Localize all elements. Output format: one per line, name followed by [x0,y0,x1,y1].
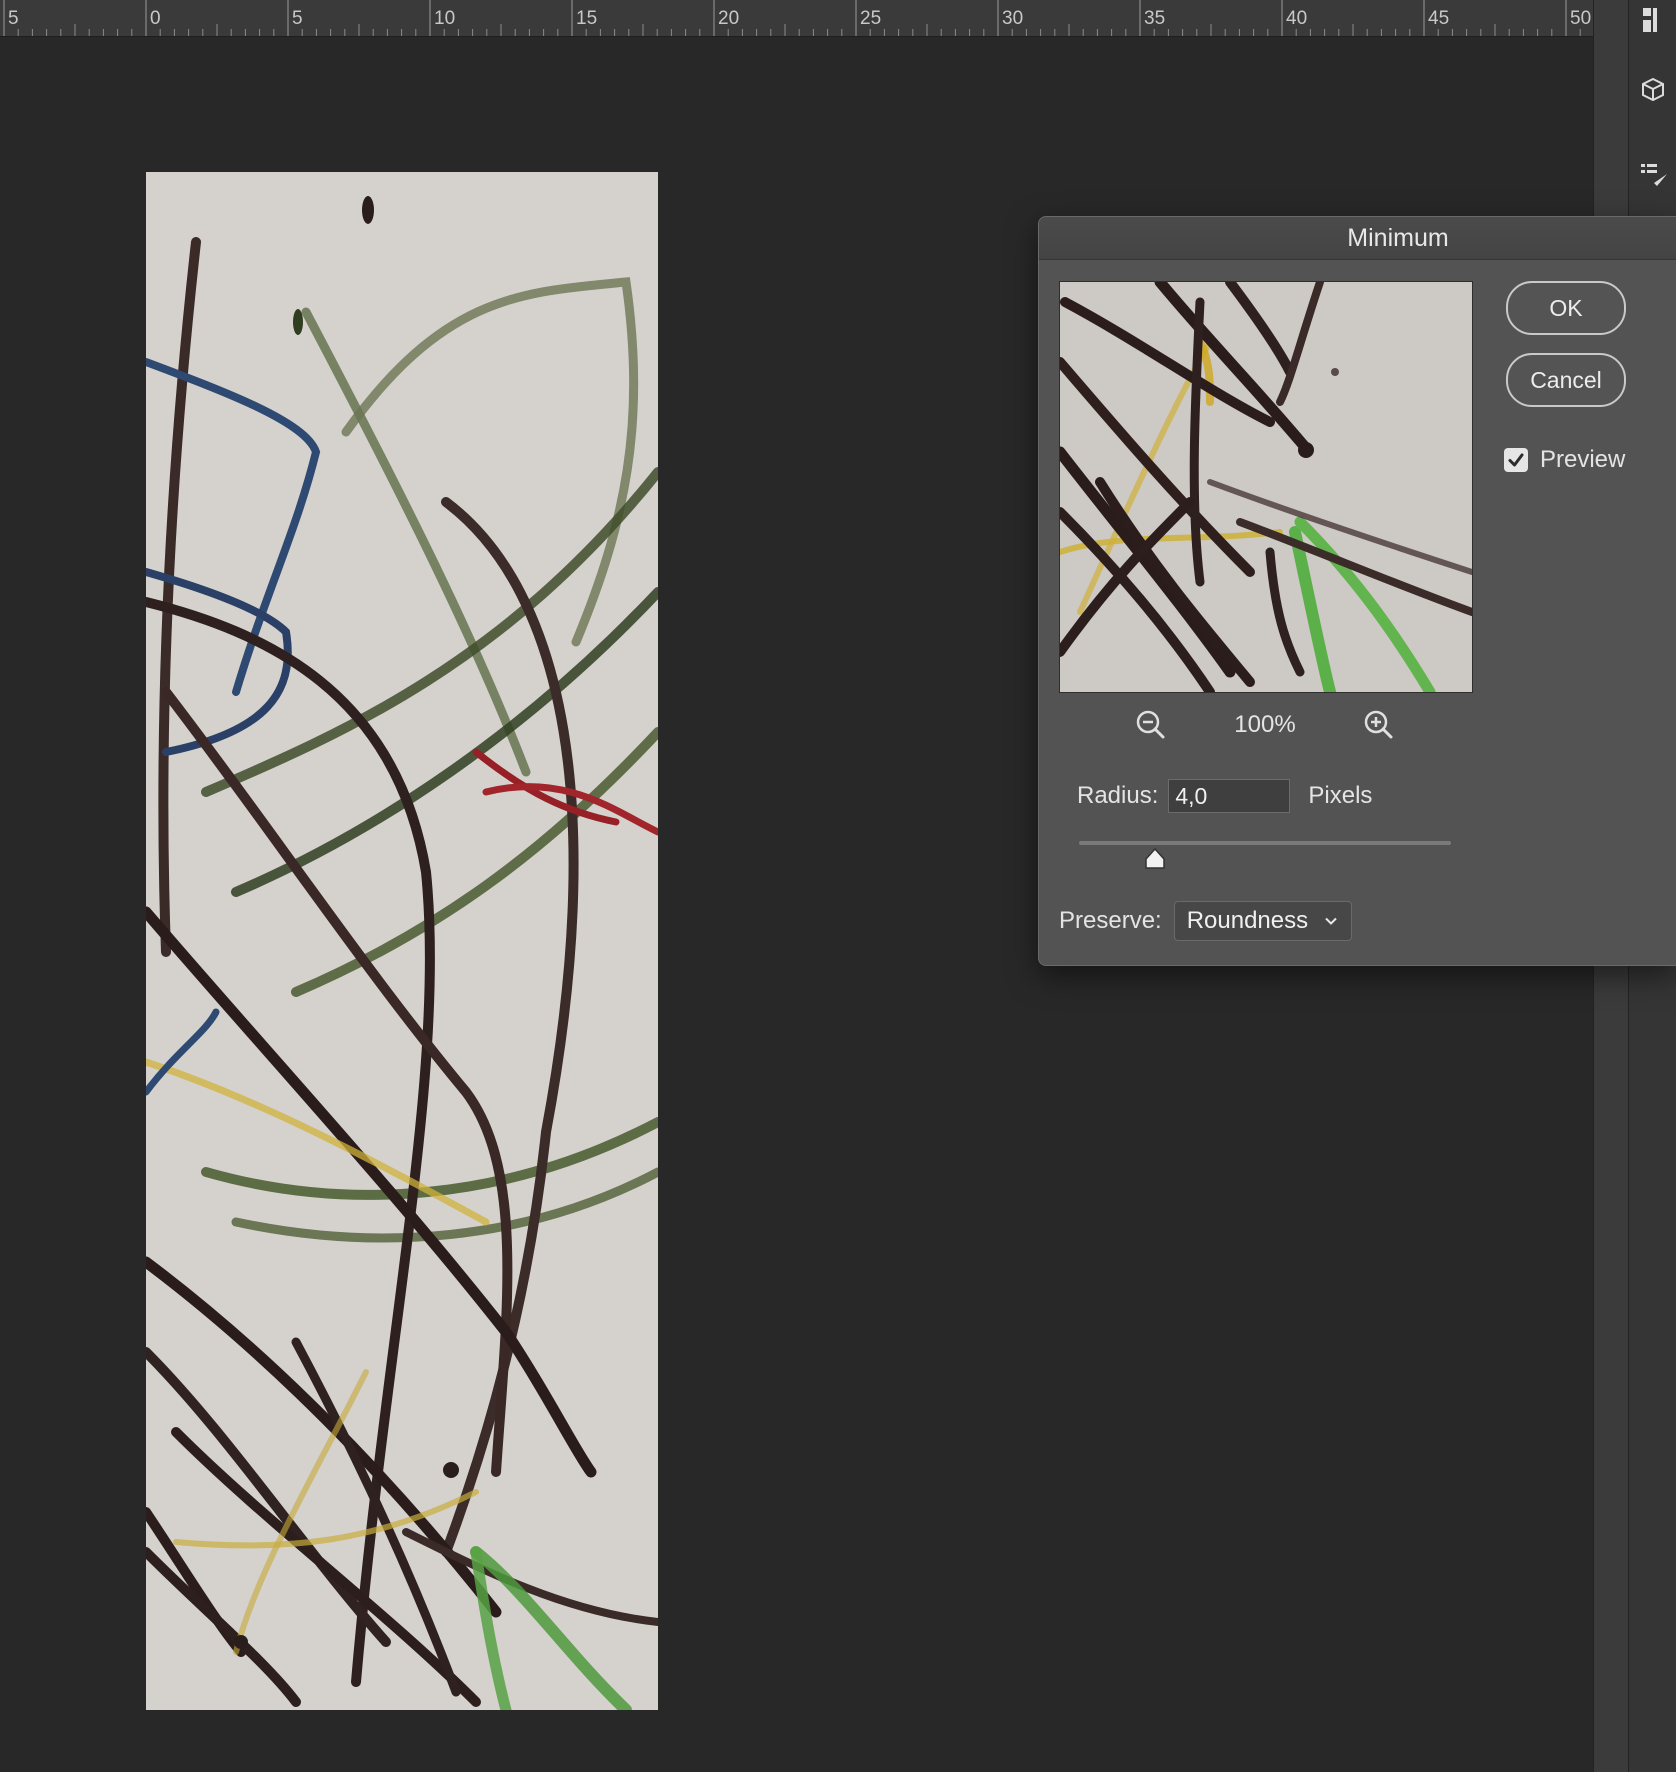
ruler-label: 45 [1428,8,1449,29]
scribble-artwork [146,172,658,1710]
ruler-label: 15 [576,8,597,29]
preserve-value: Roundness [1186,907,1309,934]
slider-thumb-icon[interactable] [1143,847,1167,871]
ruler-label: 50 [1570,8,1591,29]
layout-panel-icon[interactable] [1637,4,1669,36]
ruler-label: 20 [718,8,739,29]
radius-slider[interactable] [1079,841,1451,845]
brush-settings-icon[interactable] [1637,158,1669,190]
ruler-label: 35 [1144,8,1165,29]
zoom-in-icon[interactable] [1361,707,1397,743]
ruler-label: 5 [292,8,303,29]
ok-button[interactable]: OK [1506,281,1626,335]
zoom-controls: 100% [1059,705,1471,745]
ruler-ticks: 5 0 5 10 15 20 25 30 35 40 45 50 [3,0,1591,36]
preview-label: Preview [1540,446,1626,473]
3d-cube-icon[interactable] [1637,74,1669,106]
ruler-label: 30 [1002,8,1023,29]
ruler-label: 25 [860,8,881,29]
radius-row: Radius: Pixels [1077,779,1372,813]
chevron-down-icon [1324,917,1337,925]
minimum-filter-dialog: Minimum OK Cancel Preview 100% Radius: 4… [1038,216,1676,966]
cancel-button[interactable]: Cancel [1506,353,1626,407]
dialog-title: Minimum [1039,217,1676,260]
ruler-label: 0 [150,8,161,29]
preview-toggle[interactable]: Preview [1504,446,1625,474]
zoom-level: 100% [1234,711,1296,738]
ruler-label: 5 [8,8,19,29]
document-image[interactable] [146,172,658,1710]
filter-preview[interactable] [1059,281,1473,693]
ruler-label: 10 [434,8,455,29]
preserve-row: Preserve: Roundness [1059,901,1352,941]
radius-label: Radius: [1077,782,1159,809]
ruler-label: 40 [1286,8,1307,29]
checkmark-icon [1508,453,1524,467]
radius-input[interactable] [1168,779,1291,813]
preview-image [1060,282,1472,692]
radius-unit: Pixels [1308,782,1373,809]
preserve-label: Preserve: [1059,907,1162,934]
preview-checkbox[interactable] [1504,448,1528,472]
preserve-select[interactable]: Roundness [1173,901,1352,941]
horizontal-ruler[interactable]: 5 0 5 10 15 20 25 30 35 40 45 50 [0,0,1593,37]
